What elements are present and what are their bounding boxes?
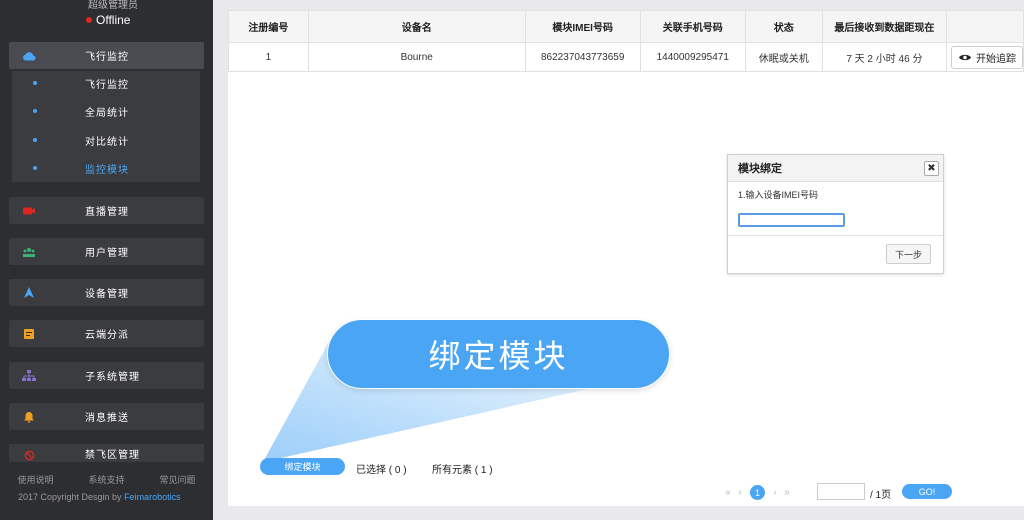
menu-label: 禁飞区管理 [85, 450, 140, 461]
menu-label: 设备管理 [85, 289, 129, 300]
copyright-brand[interactable]: Feimarobotics [124, 492, 181, 502]
first-page-icon[interactable]: « [722, 487, 734, 498]
status-text: Offline [96, 13, 131, 27]
close-icon[interactable]: ✖ [924, 160, 939, 176]
page-number[interactable]: 1 [750, 485, 765, 500]
menu-item-cloud-dispatch[interactable]: 云端分派 [9, 320, 204, 347]
users-icon [9, 247, 49, 257]
page-jump-input[interactable] [817, 483, 865, 500]
submenu-item-flight-monitor[interactable]: 飞行监控 [12, 73, 200, 93]
cell-phone: 1440009295471 [639, 42, 746, 72]
submenu-label: 监控模块 [85, 164, 129, 176]
submenu-label: 对比统计 [85, 136, 129, 148]
menu-item-devices[interactable]: 设备管理 [9, 279, 204, 306]
submenu-flight-monitor: 飞行监控 全局统计 对比统计 监控模块 [12, 71, 200, 182]
menu-label: 直播管理 [85, 207, 129, 218]
table-header-row: 注册编号 设备名 模块IMEI号码 关联手机号码 状态 最后接收到数据距现在 [228, 10, 1024, 43]
selected-count: 已选择 ( 0 ) [356, 465, 407, 476]
go-button[interactable]: GO! [902, 484, 952, 499]
footer-link-manual[interactable]: 使用说明 [17, 473, 53, 486]
dialog-title: 模块绑定 [738, 163, 782, 175]
start-tracking-label: 开始追踪 [976, 53, 1016, 65]
menu-label: 飞行监控 [85, 52, 129, 63]
cell-action: 开始追踪 [946, 42, 1024, 72]
copyright: 2017 Copyright Desgin by Feimarobotics [18, 492, 181, 502]
sidebar: 超级管理员 Offline 飞行监控 飞行监控 全局统计 对比统计 监控模块 直… [0, 0, 213, 520]
bind-module-callout: 绑定模块 [327, 319, 670, 389]
col-header-device-name[interactable]: 设备名 [307, 10, 526, 43]
bullet-icon [33, 138, 37, 142]
menu-label: 云端分派 [85, 330, 129, 341]
cell-imei: 862237043773659 [524, 42, 641, 72]
menu-item-no-fly-zones[interactable]: 禁飞区管理 [9, 444, 204, 462]
col-header-status[interactable]: 状态 [744, 10, 823, 43]
submenu-label: 全局统计 [85, 107, 129, 119]
pagination: « ‹ 1 › » [722, 485, 793, 500]
dialog-step-label: 1.输入设备IMEI号码 [738, 190, 819, 200]
user-role: 超级管理员 [88, 0, 138, 11]
sitemap-icon [9, 369, 49, 382]
menu-item-live[interactable]: 直播管理 [9, 197, 204, 224]
last-page-icon[interactable]: » [781, 487, 793, 498]
video-camera-icon [9, 206, 49, 216]
col-header-phone[interactable]: 关联手机号码 [639, 10, 746, 43]
next-page-icon[interactable]: › [769, 487, 781, 498]
col-header-reg-id[interactable]: 注册编号 [228, 10, 309, 43]
table-row[interactable]: 1 Bourne 862237043773659 1440009295471 休… [228, 42, 1024, 72]
user-status: Offline [86, 13, 130, 27]
footer-link-support[interactable]: 系统支持 [88, 473, 124, 486]
menu-label: 消息推送 [85, 413, 129, 424]
eye-icon [959, 54, 971, 60]
bullet-icon [33, 81, 37, 85]
submenu-item-global-stats[interactable]: 全局统计 [12, 101, 200, 121]
col-header-action [946, 10, 1024, 43]
dialog-header: 模块绑定 ✖ [728, 155, 943, 182]
submenu-item-compare-stats[interactable]: 对比统计 [12, 130, 200, 150]
bind-module-button[interactable]: 绑定模块 [260, 458, 345, 475]
menu-item-notifications[interactable]: 消息推送 [9, 403, 204, 430]
prev-page-icon[interactable]: ‹ [734, 487, 746, 498]
navigation-arrow-icon [9, 286, 49, 299]
module-bind-dialog: 模块绑定 ✖ 1.输入设备IMEI号码 下一步 [727, 154, 944, 274]
menu-item-users[interactable]: 用户管理 [9, 238, 204, 265]
cell-device-name: Bourne [307, 42, 526, 72]
device-table: 注册编号 设备名 模块IMEI号码 关联手机号码 状态 最后接收到数据距现在 1… [228, 10, 1024, 72]
col-header-last-data[interactable]: 最后接收到数据距现在 [821, 10, 948, 43]
imei-input[interactable] [738, 213, 845, 227]
submenu-label: 飞行监控 [85, 79, 129, 91]
cell-last-data: 7 天 2 小时 46 分 [821, 42, 948, 72]
submenu-item-monitor-module[interactable]: 监控模块 [12, 158, 200, 178]
menu-label: 子系统管理 [85, 372, 140, 383]
page-total: / 1页 [870, 490, 892, 501]
bullet-icon [33, 166, 37, 170]
total-count: 所有元素 ( 1 ) [432, 465, 493, 476]
start-tracking-button[interactable]: 开始追踪 [951, 45, 1023, 69]
copyright-text: 2017 Copyright Desgin by [18, 492, 125, 502]
sidebar-footer-links: 使用说明 系统支持 常见问题 [0, 473, 213, 486]
status-dot-icon [86, 17, 92, 23]
menu-label: 用户管理 [85, 248, 129, 259]
bell-icon [9, 411, 49, 423]
menu-item-flight-monitor[interactable]: 飞行监控 [9, 42, 204, 69]
cell-reg-id: 1 [228, 42, 309, 72]
ban-icon [9, 450, 49, 461]
col-header-imei[interactable]: 模块IMEI号码 [524, 10, 641, 43]
bullet-icon [33, 109, 37, 113]
cloud-icon [9, 51, 49, 61]
cell-status: 休眠或关机 [744, 42, 823, 72]
dialog-divider [728, 235, 943, 236]
clipboard-icon [9, 328, 49, 340]
menu-item-subsystems[interactable]: 子系统管理 [9, 362, 204, 389]
footer-link-faq[interactable]: 常见问题 [159, 473, 195, 486]
next-step-button[interactable]: 下一步 [886, 244, 931, 264]
